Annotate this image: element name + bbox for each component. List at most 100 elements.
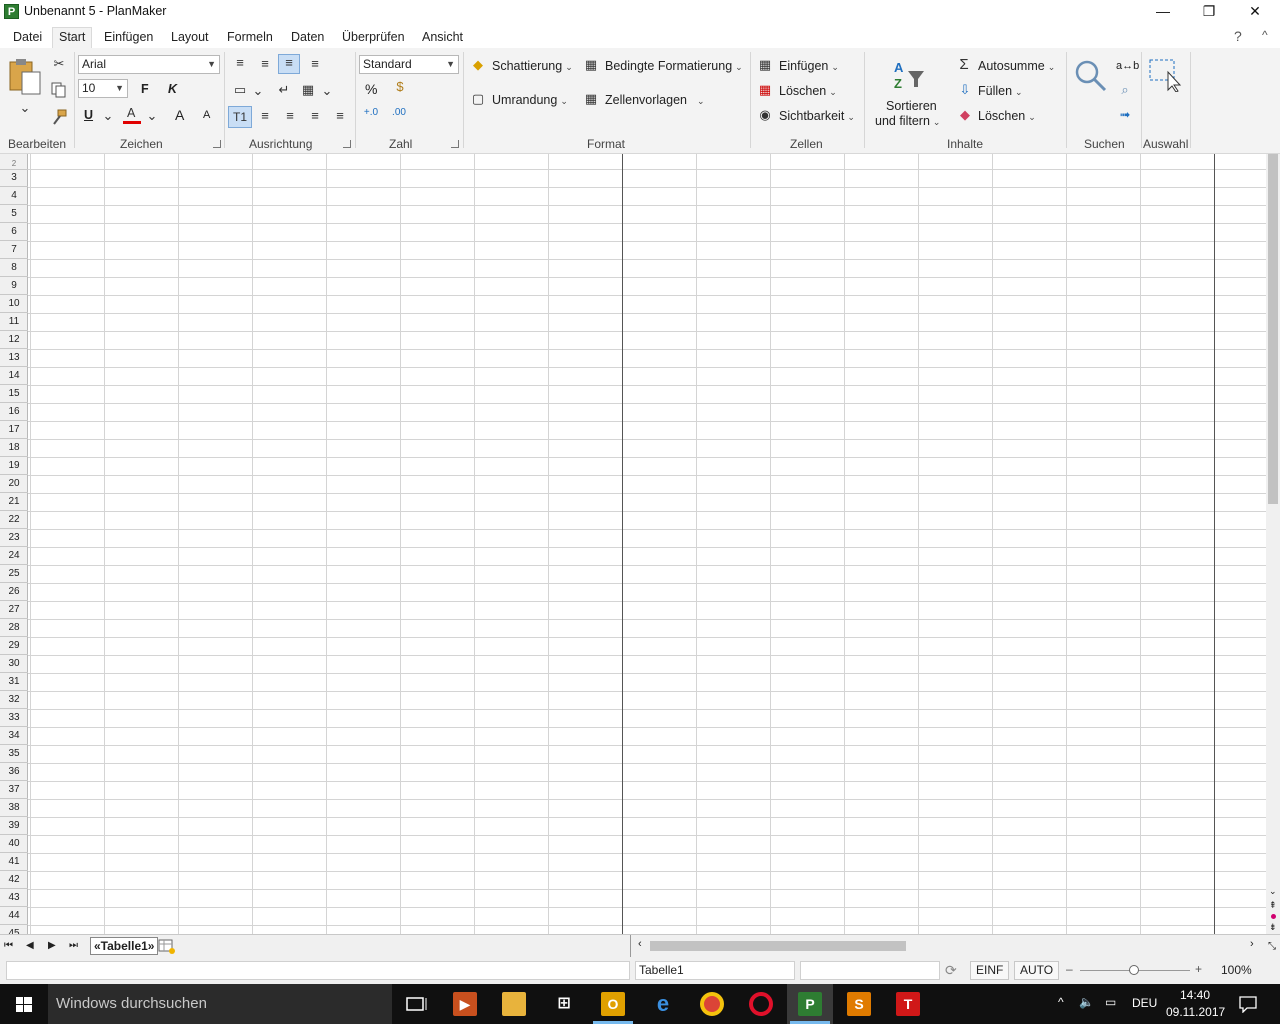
last-sheet-icon[interactable]: ⏭ (69, 940, 78, 951)
row-number[interactable]: 29 (0, 637, 28, 655)
zoom-slider-handle[interactable] (1129, 965, 1139, 975)
volume-icon[interactable]: 🔈 (1079, 995, 1094, 1009)
tab-datei[interactable]: Datei (7, 28, 48, 48)
chrome-browser-icon[interactable] (700, 992, 724, 1016)
row-number[interactable]: 3 (0, 169, 28, 187)
eraser-icon[interactable]: ◆ (956, 107, 974, 123)
sort-filter-icon[interactable]: A Z (893, 59, 927, 91)
wrap-text-icon[interactable]: ↵ (274, 82, 294, 98)
border-button[interactable]: Umrandung ⌄ (492, 93, 568, 107)
font-size-select[interactable]: 10 ▼ (78, 79, 128, 98)
cut-icon[interactable]: ✂ (50, 56, 68, 72)
insert-cells-icon[interactable]: ▦ (756, 57, 774, 73)
row-number[interactable]: 40 (0, 835, 28, 853)
row-number[interactable]: 31 (0, 673, 28, 691)
align-middle-icon[interactable]: ≡ (256, 56, 274, 71)
row-number[interactable]: 24 (0, 547, 28, 565)
grow-font-button[interactable]: A (175, 107, 184, 123)
visibility-button[interactable]: Sichtbarkeit ⌄ (779, 109, 855, 123)
opera-browser-icon[interactable] (749, 992, 773, 1016)
tab-ueberpruefen[interactable]: Überprüfen (336, 28, 411, 48)
horizontal-scroll-thumb[interactable] (650, 941, 906, 951)
row-number[interactable]: 44 (0, 907, 28, 925)
planmaker-app-icon[interactable]: P (4, 4, 19, 19)
scroll-page-down-icon[interactable]: ⇟ (1269, 922, 1277, 933)
fill-icon[interactable]: ⇩ (956, 82, 974, 98)
merge-cells-icon[interactable]: ▦ (299, 82, 317, 98)
row-number[interactable]: 38 (0, 799, 28, 817)
cell-styles-icon[interactable]: ▦ (582, 91, 600, 107)
row-number[interactable]: 41 (0, 853, 28, 871)
cell-border-icon[interactable]: ▭ (231, 82, 249, 98)
close-button[interactable]: ✕ (1232, 0, 1278, 24)
zoom-out-button[interactable]: – (1066, 962, 1073, 976)
row-number[interactable]: 33 (0, 709, 28, 727)
sort-filter-label1[interactable]: Sortieren (886, 99, 937, 113)
store-icon[interactable]: ⊞ (552, 992, 576, 1016)
align-bottom-icon[interactable]: ≡ (278, 54, 300, 74)
align-center-icon[interactable]: ≡ (282, 108, 298, 123)
row-number[interactable]: 26 (0, 583, 28, 601)
row-number[interactable]: 35 (0, 745, 28, 763)
paste-dropdown-icon[interactable]: ⌄ (18, 100, 32, 116)
underline-dropdown-icon[interactable]: ⌄ (102, 108, 114, 124)
italic-button[interactable]: K (168, 82, 177, 96)
tab-ansicht[interactable]: Ansicht (416, 28, 469, 48)
zoom-level[interactable]: 100% (1221, 963, 1252, 977)
delete-cells-button[interactable]: Löschen ⌄ (779, 84, 837, 98)
row-number[interactable]: 9 (0, 277, 28, 295)
sheet-tab-tabelle1[interactable]: «Tabelle1» (90, 937, 159, 955)
align-left-icon[interactable]: ≡ (257, 108, 273, 123)
orientation-dropdown-icon[interactable]: ⌄ (252, 83, 264, 99)
conditional-format-button[interactable]: Bedingte Formatierung ⌄ (605, 59, 743, 73)
clock-date[interactable]: 09.11.2017 (1166, 1005, 1225, 1019)
clock-time[interactable]: 14:40 (1180, 988, 1210, 1002)
text-direction-icon[interactable]: T1 (228, 106, 252, 128)
copy-icon[interactable] (51, 82, 67, 98)
outlook-app-icon[interactable]: O (601, 992, 625, 1016)
shading-button[interactable]: Schattierung ⌄ (492, 59, 573, 73)
row-number[interactable]: 4 (0, 187, 28, 205)
row-number[interactable]: 5 (0, 205, 28, 223)
scroll-right-icon[interactable]: › (1250, 938, 1254, 950)
tab-einfuegen[interactable]: Einfügen (98, 28, 159, 48)
align-top-icon[interactable]: ≡ (231, 55, 249, 70)
sort-filter-button[interactable]: und filtern ⌄ (875, 114, 940, 128)
merge-dropdown-icon[interactable]: ⌄ (321, 83, 333, 99)
file-explorer-icon[interactable] (502, 992, 526, 1016)
tab-formeln[interactable]: Formeln (221, 28, 279, 48)
row-number[interactable]: 15 (0, 385, 28, 403)
windows-start-icon[interactable] (0, 984, 48, 1024)
underline-button[interactable]: U (84, 108, 93, 122)
row-number[interactable]: 37 (0, 781, 28, 799)
row-number[interactable]: 39 (0, 817, 28, 835)
row-number[interactable]: 22 (0, 511, 28, 529)
conditional-format-icon[interactable]: ▦ (582, 57, 600, 73)
edge-browser-icon[interactable]: e (651, 992, 675, 1016)
add-sheet-icon[interactable] (158, 939, 176, 955)
row-number[interactable]: 19 (0, 457, 28, 475)
cell-styles-button[interactable]: Zellenvorlagen ⌄ (605, 93, 705, 107)
row-number[interactable]: 20 (0, 475, 28, 493)
fill-button[interactable]: Füllen ⌄ (978, 84, 1023, 98)
selection-icon[interactable] (1148, 58, 1184, 92)
insert-mode-indicator[interactable]: EINF (970, 961, 1010, 980)
presentations-taskbar-icon[interactable]: S (847, 992, 871, 1016)
row-number[interactable]: 21 (0, 493, 28, 511)
shrink-font-button[interactable]: A (203, 109, 210, 121)
row-number[interactable]: 25 (0, 565, 28, 583)
increase-decimals-icon[interactable]: +.0 (362, 107, 380, 118)
zeichen-dialog-launcher-icon[interactable] (213, 140, 221, 148)
autosum-button[interactable]: Autosumme ⌄ (978, 59, 1055, 73)
row-number[interactable]: 23 (0, 529, 28, 547)
row-number[interactable]: 32 (0, 691, 28, 709)
row-number[interactable]: 8 (0, 259, 28, 277)
next-sheet-icon[interactable]: ▶ (48, 940, 56, 951)
tab-splitter[interactable] (630, 935, 631, 957)
row-number[interactable]: 45 (0, 925, 28, 934)
font-color-dropdown-icon[interactable]: ⌄ (146, 108, 158, 124)
row-number[interactable]: 28 (0, 619, 28, 637)
clear-contents-button[interactable]: Löschen ⌄ (978, 109, 1036, 123)
search-icon[interactable] (1073, 58, 1109, 92)
row-number[interactable]: 36 (0, 763, 28, 781)
